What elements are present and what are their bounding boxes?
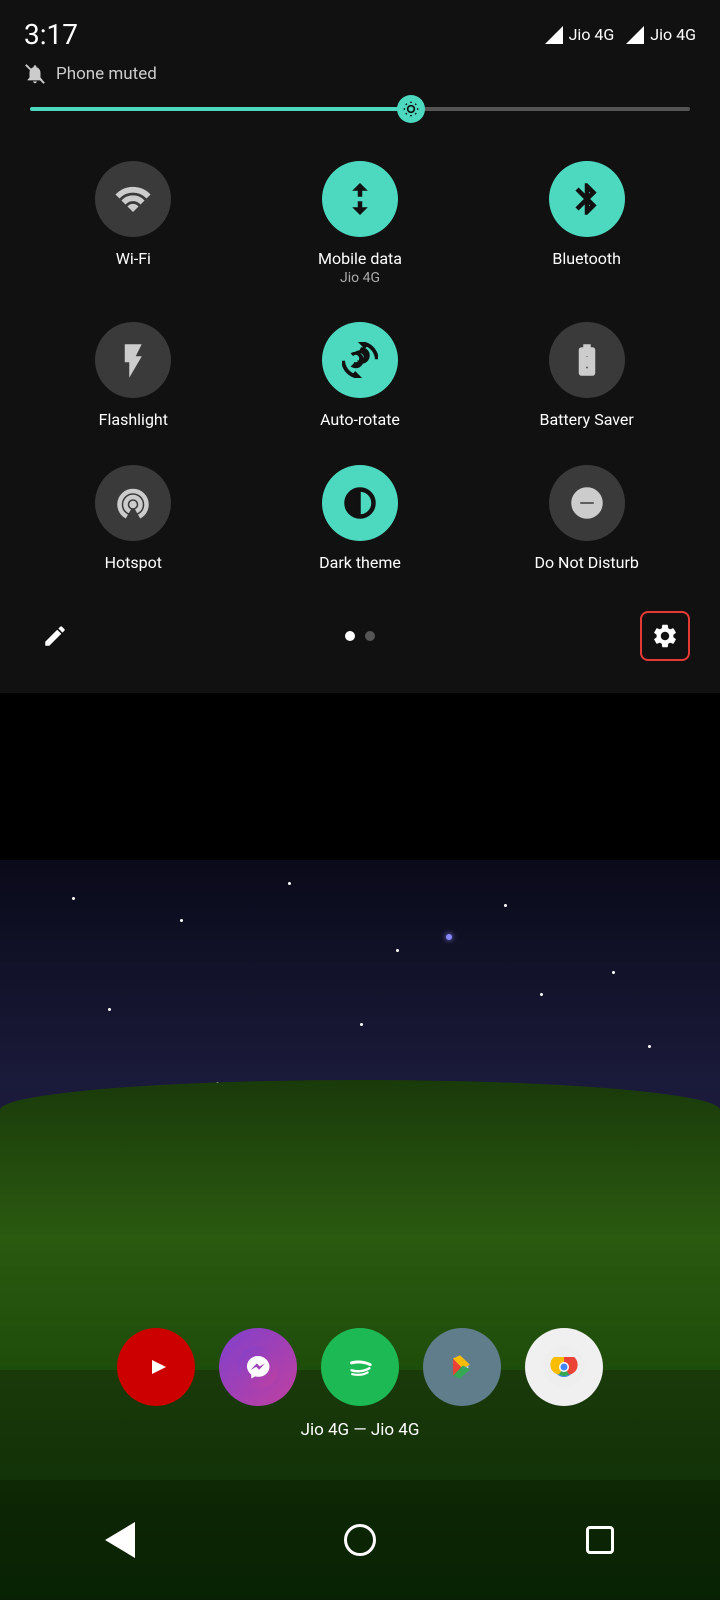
messenger-app-icon[interactable] (219, 1328, 297, 1406)
tile-autorotate[interactable]: Auto-rotate (247, 302, 474, 445)
quick-settings-panel: 3:17 Jio 4G Jio 4G Phone muted (0, 0, 720, 693)
home-icon (344, 1524, 376, 1556)
back-button[interactable] (90, 1510, 150, 1570)
batterysaver-icon-bg: + (549, 322, 625, 398)
brightness-slider[interactable] (30, 107, 690, 111)
wifi-icon (115, 181, 151, 217)
tile-batterysaver[interactable]: + Battery Saver (473, 302, 700, 445)
notif-left: Phone muted (24, 63, 157, 85)
dot-1 (345, 631, 355, 641)
status-right: Jio 4G Jio 4G (545, 25, 696, 44)
brightness-thumb[interactable] (397, 95, 425, 123)
wifi-icon-bg (95, 161, 171, 237)
signal-label-1: Jio 4G (569, 25, 615, 44)
network-label: Jio 4G — Jio 4G (301, 1420, 420, 1440)
hotspot-icon-bg (95, 465, 171, 541)
back-icon (105, 1522, 135, 1558)
signal-icon-1 (545, 26, 563, 44)
darktheme-icon (342, 485, 378, 521)
svg-text:+: + (583, 354, 590, 368)
signal-label-2: Jio 4G (650, 25, 696, 44)
mobiledata-icon-bg (322, 161, 398, 237)
spotify-icon (339, 1346, 381, 1388)
chrome-app-icon[interactable] (525, 1328, 603, 1406)
settings-icon (651, 622, 679, 650)
playstore-icon (441, 1346, 483, 1388)
status-time: 3:17 (24, 18, 78, 51)
batterysaver-icon: + (569, 342, 605, 378)
signal-group-1: Jio 4G (545, 25, 615, 44)
flashlight-icon (115, 342, 151, 378)
darktheme-label: Dark theme (319, 553, 401, 572)
home-button[interactable] (330, 1510, 390, 1570)
flashlight-label: Flashlight (99, 410, 168, 429)
status-bar: 3:17 Jio 4G Jio 4G (0, 0, 720, 59)
donotdisturb-icon-bg (549, 465, 625, 541)
autorotate-icon-bg (322, 322, 398, 398)
app-icons-row (117, 1328, 603, 1406)
notification-bar: Phone muted (0, 59, 720, 97)
tile-hotspot[interactable]: Hotspot (20, 445, 247, 588)
hotspot-label: Hotspot (105, 553, 162, 572)
recents-icon (586, 1526, 614, 1554)
donotdisturb-label: Do Not Disturb (534, 553, 638, 572)
signal-icon-2 (626, 26, 644, 44)
mobiledata-sublabel: Jio 4G (340, 270, 380, 286)
tile-mobiledata[interactable]: Mobile data Jio 4G (247, 141, 474, 302)
qs-bottom-bar (0, 599, 720, 673)
mobiledata-icon (342, 181, 378, 217)
autorotate-icon (342, 342, 378, 378)
donotdisturb-icon (569, 485, 605, 521)
brightness-slider-container[interactable] (0, 97, 720, 131)
wifi-label: Wi-Fi (116, 249, 151, 268)
settings-button[interactable] (640, 611, 690, 661)
chrome-icon (543, 1346, 585, 1388)
edit-button[interactable] (30, 611, 80, 661)
dot-2 (365, 631, 375, 641)
edit-icon (42, 623, 68, 649)
playstore-app-icon[interactable] (423, 1328, 501, 1406)
batterysaver-label: Battery Saver (539, 410, 633, 429)
recents-button[interactable] (570, 1510, 630, 1570)
bluetooth-label: Bluetooth (552, 249, 621, 268)
autorotate-label: Auto-rotate (320, 410, 400, 429)
signal-group-2: Jio 4G (626, 25, 696, 44)
phone-muted-label: Phone muted (56, 64, 157, 84)
brightness-icon (403, 101, 419, 117)
youtube-app-icon[interactable] (117, 1328, 195, 1406)
page-dots (345, 631, 375, 641)
tile-darktheme[interactable]: Dark theme (247, 445, 474, 588)
darktheme-icon-bg (322, 465, 398, 541)
tile-donotdisturb[interactable]: Do Not Disturb (473, 445, 700, 588)
hotspot-icon (115, 485, 151, 521)
tile-bluetooth[interactable]: Bluetooth (473, 141, 700, 302)
navigation-bar (0, 1480, 720, 1600)
flashlight-icon-bg (95, 322, 171, 398)
tile-wifi[interactable]: Wi-Fi (20, 141, 247, 302)
messenger-icon (237, 1346, 279, 1388)
muted-bell-icon (24, 63, 46, 85)
youtube-icon (136, 1353, 176, 1381)
tiles-grid: Wi-Fi Mobile data Jio 4G Bluetooth (0, 131, 720, 599)
tile-flashlight[interactable]: Flashlight (20, 302, 247, 445)
mobiledata-label: Mobile data (318, 249, 402, 268)
bluetooth-icon-bg (549, 161, 625, 237)
bluetooth-icon (569, 181, 605, 217)
app-dock: Jio 4G — Jio 4G (0, 1328, 720, 1440)
spotify-app-icon[interactable] (321, 1328, 399, 1406)
